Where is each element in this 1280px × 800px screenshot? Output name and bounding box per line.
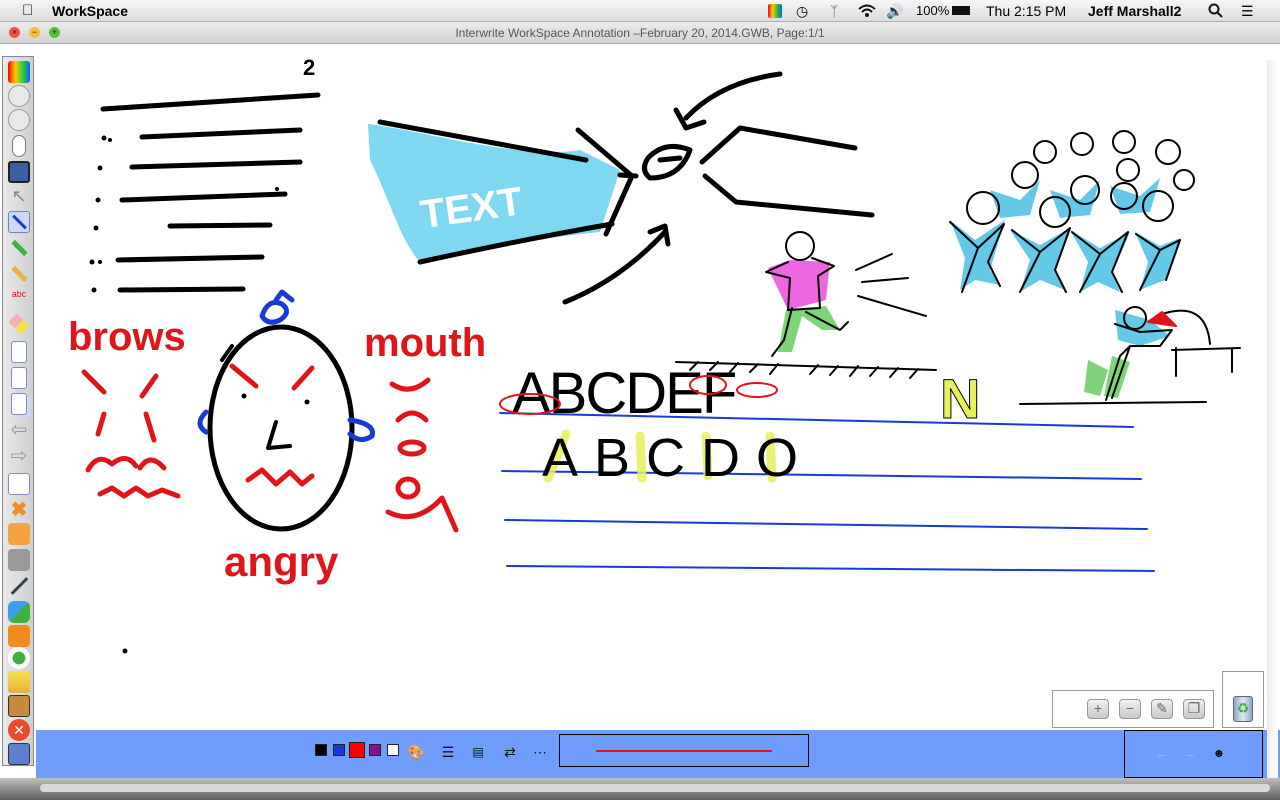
superscript-two: 2 <box>303 55 315 80</box>
recycle-bin[interactable]: ♻ <box>1222 671 1264 728</box>
volume-icon[interactable]: 🔊 <box>886 3 903 20</box>
brows-examples <box>81 369 181 499</box>
clear-icon[interactable]: ✖ <box>8 499 30 521</box>
copy-page-icon[interactable]: ❐ <box>1183 699 1205 719</box>
window-title: Interwrite WorkSpace Annotation –Februar… <box>455 26 825 40</box>
pen-icon[interactable] <box>8 211 30 233</box>
reveal-icon[interactable] <box>8 671 30 693</box>
circle-down-icon[interactable] <box>8 109 30 131</box>
clock-text[interactable]: Thu 2:15 PM <box>986 3 1066 19</box>
line-style-icon[interactable]: ⋯ <box>530 742 550 762</box>
color-swatch[interactable] <box>369 744 381 756</box>
color-swatch[interactable] <box>315 744 327 756</box>
color-swatch[interactable] <box>349 742 365 758</box>
mouth-examples <box>385 377 459 533</box>
keyboard-icon[interactable] <box>8 695 30 717</box>
close-circle-icon[interactable]: ✕ <box>8 719 30 741</box>
zoom-in-icon[interactable]: + <box>1087 699 1109 719</box>
forward-arrow-icon[interactable]: → <box>1179 743 1199 763</box>
export-icon[interactable] <box>8 743 30 765</box>
arrow-style-icon[interactable]: ⇄ <box>500 742 520 762</box>
eraser-icon[interactable] <box>8 313 30 335</box>
page-icon[interactable] <box>11 341 27 363</box>
spell-check-icon[interactable]: abc <box>8 289 30 311</box>
user-name[interactable]: Jeff Marshall2 <box>1088 3 1181 19</box>
line-tool-icon[interactable] <box>8 575 30 597</box>
circle-icon[interactable] <box>8 85 30 107</box>
bullet-list-sketch <box>100 92 321 293</box>
bluetooth-icon[interactable]: ᛉ <box>830 3 838 19</box>
label-brows: brows <box>68 315 186 359</box>
mouse-icon[interactable] <box>12 135 26 157</box>
label-angry: angry <box>224 538 339 585</box>
letter-n: N <box>940 367 980 430</box>
crowd-sketch <box>949 130 1241 405</box>
wifi-icon[interactable] <box>857 3 877 21</box>
transparency-icon[interactable]: ▤ <box>468 742 488 762</box>
status-app-icon[interactable] <box>768 4 782 18</box>
marker-icon[interactable] <box>8 263 30 285</box>
menu-bar:  WorkSpace ◷ ᛉ 🔊 100% Thu 2:15 PM Jeff … <box>0 0 1280 22</box>
color-swatch[interactable] <box>333 744 345 756</box>
left-toolbar: ↖ abc ⇦ ⇨ ✖ ✕ <box>2 56 34 766</box>
right-arrow-icon[interactable]: ⇨ <box>8 445 30 467</box>
pen-preview[interactable] <box>559 734 809 767</box>
shapes-icon[interactable] <box>8 601 30 623</box>
color-picker-icon[interactable]: 🎨 <box>406 742 426 762</box>
recycle-icon: ♻ <box>1233 696 1253 722</box>
time-machine-icon[interactable]: ◷ <box>796 3 808 20</box>
nav-panel: ← → ☻ <box>1124 730 1263 778</box>
line-width-icon[interactable]: ☰ <box>438 742 458 762</box>
label-mouth: mouth <box>364 321 486 365</box>
horizontal-scrollbar[interactable] <box>40 784 1270 792</box>
bottom-toolbar: 🎨 ☰ ▤ ⇄ ⋯ ← → ☻ <box>36 730 1280 778</box>
left-arrow-icon[interactable]: ⇦ <box>8 419 30 441</box>
letters-bottom: ABCDO <box>542 428 814 488</box>
back-arrow-icon[interactable]: ← <box>1151 743 1171 763</box>
app-menu-name[interactable]: WorkSpace <box>52 3 128 19</box>
notification-list-icon[interactable]: ☰ <box>1241 3 1254 20</box>
desktop-background-strip <box>0 778 1280 800</box>
floppy-disk-icon[interactable] <box>8 161 30 183</box>
pages-icon[interactable] <box>11 393 27 415</box>
redo-icon[interactable] <box>8 549 30 571</box>
page-controls-panel: + − ✎ ❐ <box>1052 690 1214 728</box>
palette-icon[interactable] <box>8 61 30 83</box>
people-icon[interactable]: ☻ <box>1209 743 1229 763</box>
pen-preview-line <box>596 750 772 752</box>
battery-icon[interactable] <box>952 6 970 15</box>
spotlight-search-icon[interactable] <box>1208 3 1224 22</box>
zoom-out-icon[interactable]: − <box>1119 699 1141 719</box>
angry-face-sketch <box>197 289 376 532</box>
annotation-canvas[interactable]: 2 TEXT brows mouth angry ABCDEF ABCDO N <box>36 44 1280 730</box>
battery-percent[interactable]: 100% <box>916 3 949 18</box>
undo-icon[interactable] <box>8 523 30 545</box>
fill-icon[interactable] <box>8 625 30 647</box>
spotlight-icon[interactable] <box>8 647 30 669</box>
page-list-icon[interactable] <box>11 367 27 389</box>
list-icon[interactable] <box>8 473 30 495</box>
page-edit-icon[interactable]: ✎ <box>1151 699 1173 719</box>
arrow-pointer-icon[interactable]: ↖ <box>8 185 30 207</box>
highlighter-icon[interactable] <box>8 237 30 259</box>
apple-icon[interactable]:  <box>22 2 33 19</box>
vertical-scrollbar[interactable] <box>1267 60 1278 780</box>
color-swatch[interactable] <box>387 744 399 756</box>
window-title-bar: × − + Interwrite WorkSpace Annotation –F… <box>0 22 1280 44</box>
